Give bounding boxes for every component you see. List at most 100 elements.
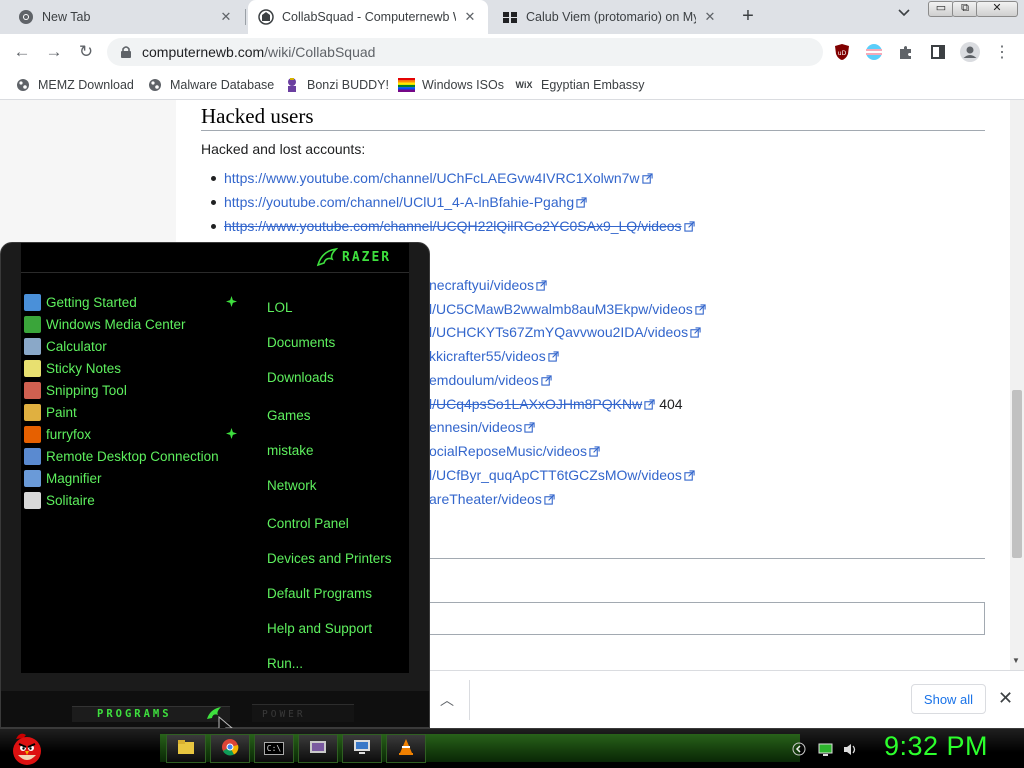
account-link-text[interactable]: emdoulum/videos — [429, 372, 539, 388]
account-link[interactable]: l/UCfByr_quqApCTT6tGCZsMOw/videos — [429, 467, 695, 483]
account-link[interactable]: https://www.youtube.com/channel/UCQH22lQ… — [211, 218, 695, 234]
start-place-item[interactable]: Devices and Printers — [267, 551, 392, 566]
show-all-downloads-button[interactable]: Show all — [911, 684, 986, 714]
taskbar-app-button[interactable] — [166, 734, 206, 763]
start-program-item[interactable]: Sticky Notes — [24, 358, 121, 378]
minimize-button[interactable]: ▭ — [928, 1, 954, 17]
account-link-text[interactable]: https://youtube.com/channel/UClU1_4-A-ln… — [224, 194, 574, 210]
account-link-text[interactable]: https://www.youtube.com/channel/UChFcLAE… — [224, 170, 640, 186]
start-place-item[interactable]: Default Programs — [267, 586, 372, 601]
angry-bird-start-orb-icon[interactable] — [8, 729, 46, 767]
restore-button[interactable]: ⧉ — [952, 1, 978, 17]
account-link[interactable]: kkicrafter55/videos — [429, 348, 559, 364]
tab-calub-viem[interactable]: Calub Viem (protomario) on Mys ✕ — [492, 0, 728, 34]
close-window-button[interactable]: ✕ — [976, 1, 1018, 17]
download-options-chevron-icon[interactable]: ︿ — [440, 690, 454, 710]
tab-search-icon[interactable] — [895, 8, 913, 26]
tab-collabsquad[interactable]: CollabSquad - Computernewb W ✕ — [248, 0, 488, 34]
extension-flag-icon[interactable] — [862, 40, 886, 64]
account-link-text[interactable]: kkicrafter55/videos — [429, 348, 546, 364]
account-link[interactable]: l/UC5CMawB2wwalmb8auM3Ekpw/videos — [429, 301, 706, 317]
close-download-bar-icon[interactable]: ✕ — [998, 688, 1013, 709]
page-scrollbar[interactable] — [1010, 100, 1024, 670]
tab-new-tab[interactable]: New Tab ✕ — [8, 0, 244, 34]
account-link-text[interactable]: areTheater/videos — [429, 491, 542, 507]
start-program-item[interactable]: Windows Media Center — [24, 314, 186, 334]
all-programs-button[interactable]: PROGRAMS — [97, 708, 172, 720]
account-link-text[interactable]: l/UCq4psSo1LAXxOJHm8PQKNw — [429, 396, 642, 412]
account-link[interactable]: areTheater/videos — [429, 491, 555, 507]
bookmark-memz[interactable]: MEMZ Download — [14, 76, 134, 94]
start-program-label: Sticky Notes — [46, 360, 122, 376]
back-icon[interactable]: ← — [10, 40, 34, 64]
power-button[interactable]: POWER — [262, 709, 306, 720]
forward-icon[interactable]: → — [42, 40, 66, 64]
bookmark-bonzi-buddy[interactable]: Bonzi BUDDY! — [283, 76, 389, 94]
start-program-item[interactable]: Remote Desktop Connection — [24, 446, 219, 466]
account-link[interactable]: ocialReposeMusic/videos — [429, 443, 600, 459]
account-link-text[interactable]: l/UCfByr_quqApCTT6tGCZsMOw/videos — [429, 467, 682, 483]
account-link[interactable]: l/UCq4psSo1LAXxOJHm8PQKNw 404 — [429, 396, 683, 412]
start-place-item[interactable]: Network — [267, 478, 317, 493]
start-place-item[interactable]: Help and Support — [267, 621, 372, 636]
start-program-item[interactable]: Getting Started — [24, 292, 137, 312]
reload-icon[interactable]: ↻ — [74, 40, 98, 64]
account-link[interactable]: ennesin/videos — [429, 419, 536, 435]
start-place-item[interactable]: Downloads — [267, 370, 334, 385]
bookmark-label: Bonzi BUDDY! — [307, 78, 389, 92]
start-place-item[interactable]: Run... — [267, 656, 303, 671]
close-tab-icon[interactable]: ✕ — [218, 9, 234, 25]
account-link[interactable]: https://youtube.com/channel/UClU1_4-A-ln… — [211, 194, 587, 210]
ublock-icon[interactable]: uD — [830, 40, 854, 64]
start-place-item[interactable]: Documents — [267, 335, 335, 350]
bookmark-malware-database[interactable]: Malware Database — [146, 76, 274, 94]
account-link-text[interactable]: ocialReposeMusic/videos — [429, 443, 587, 459]
start-program-label: Solitaire — [46, 492, 95, 508]
start-program-item[interactable]: Calculator — [24, 336, 107, 356]
start-place-item[interactable]: LOL — [267, 300, 293, 315]
volume-icon[interactable] — [842, 741, 858, 757]
account-link[interactable]: emdoulum/videos — [429, 372, 552, 388]
taskbar-app-button[interactable] — [386, 734, 426, 763]
account-link-text[interactable]: l/UCHCKYTs67ZmYQavvwou2IDA/videos — [429, 324, 688, 340]
url-text[interactable]: computernewb.com/wiki/CollabSquad — [142, 44, 375, 60]
taskbar-app-button[interactable] — [210, 734, 250, 763]
tab-separator — [245, 9, 246, 25]
scrollbar-thumb[interactable] — [1012, 390, 1022, 558]
account-link-text[interactable]: l/UC5CMawB2wwalmb8auM3Ekpw/videos — [429, 301, 693, 317]
bookmark-egyptian-embassy[interactable]: WiX Egyptian Embassy — [514, 76, 645, 94]
account-link[interactable]: https://www.youtube.com/channel/UChFcLAE… — [211, 170, 653, 186]
scroll-down-icon[interactable]: ▼ — [1012, 656, 1020, 665]
account-link-text[interactable]: ennesin/videos — [429, 419, 522, 435]
lock-icon[interactable] — [120, 45, 132, 59]
account-link[interactable]: l/UCHCKYTs67ZmYQavvwou2IDA/videos — [429, 324, 701, 340]
account-link-text[interactable]: necraftyui/videos — [429, 277, 534, 293]
close-tab-icon[interactable]: ✕ — [462, 9, 478, 25]
account-link-text[interactable]: https://www.youtube.com/channel/UCQH22lQ… — [224, 218, 682, 234]
close-tab-icon[interactable]: ✕ — [702, 9, 718, 25]
globe-icon — [14, 77, 31, 93]
bookmark-windows-isos[interactable]: Windows ISOs — [398, 76, 504, 94]
new-tab-button[interactable]: + — [737, 5, 759, 29]
list-bullet — [211, 200, 216, 205]
start-program-item[interactable]: furryfox — [24, 424, 91, 444]
start-program-item[interactable]: Paint — [24, 402, 77, 422]
side-panel-icon[interactable] — [926, 40, 950, 64]
start-program-item[interactable]: Snipping Tool — [24, 380, 127, 400]
show-hidden-icon[interactable] — [791, 741, 807, 757]
account-link[interactable]: necraftyui/videos — [429, 277, 547, 293]
chrome-icon — [18, 9, 34, 25]
start-program-item[interactable]: Magnifier — [24, 468, 102, 488]
start-place-item[interactable]: Games — [267, 408, 311, 423]
menu-kebab-icon[interactable]: ⋮ — [990, 40, 1014, 64]
taskbar-app-button[interactable]: C:\ — [254, 734, 294, 763]
start-place-item[interactable]: mistake — [267, 443, 314, 458]
taskbar-clock[interactable]: 9:32 PM — [884, 731, 988, 762]
taskbar-app-button[interactable] — [298, 734, 338, 763]
profile-avatar-icon[interactable] — [958, 40, 982, 64]
start-program-item[interactable]: Solitaire — [24, 490, 95, 510]
network-icon[interactable] — [817, 741, 833, 757]
start-place-item[interactable]: Control Panel — [267, 516, 349, 531]
extensions-puzzle-icon[interactable] — [894, 40, 918, 64]
taskbar-app-button[interactable] — [342, 734, 382, 763]
